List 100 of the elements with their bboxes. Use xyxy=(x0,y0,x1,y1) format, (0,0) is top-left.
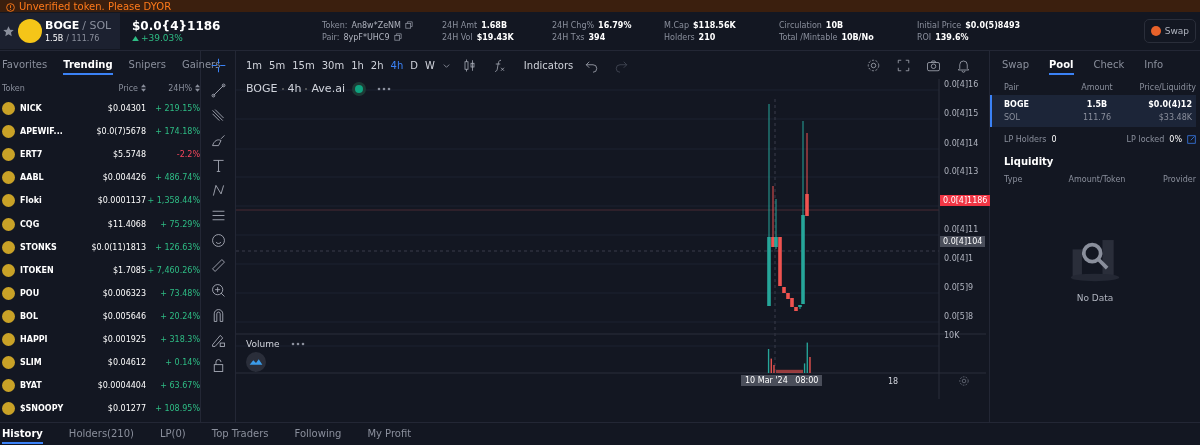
interval-button[interactable]: 30m xyxy=(321,59,345,71)
interval-button[interactable]: D xyxy=(410,59,418,71)
stat-label: Pair: xyxy=(322,32,340,42)
bottom-tab[interactable]: Top Traders xyxy=(211,424,269,444)
column-header: Amount xyxy=(1080,82,1114,92)
column-header: Provider xyxy=(1162,174,1196,184)
column-header[interactable]: Price xyxy=(118,83,138,93)
interval-button[interactable]: 5m xyxy=(269,59,286,71)
column-header: Amount/Token xyxy=(1067,174,1127,184)
panel-tab[interactable]: Check xyxy=(1093,55,1125,75)
fullscreen-icon[interactable] xyxy=(896,57,911,73)
emoji-icon[interactable] xyxy=(209,232,227,249)
price-axis-label: 0.0[5]9 xyxy=(944,283,974,292)
token-name[interactable]: APEWIF... xyxy=(20,127,63,137)
token-name[interactable]: BOL xyxy=(20,311,38,321)
stat-value: 10B xyxy=(825,20,844,30)
token-avatar xyxy=(2,102,15,116)
chart-source: Ave.ai xyxy=(311,82,345,95)
list-tab[interactable]: Favorites xyxy=(2,55,48,75)
stat-value: 210 xyxy=(698,32,716,42)
token-name[interactable]: AABL xyxy=(20,173,44,183)
interval-button[interactable]: W xyxy=(424,59,435,71)
token-name[interactable]: HAPPI xyxy=(20,335,48,344)
lp-locked-label: LP locked xyxy=(1126,135,1165,144)
external-link-icon[interactable] xyxy=(1187,135,1196,144)
price-axis-label: 0.0[4]15 xyxy=(944,109,979,118)
star-icon[interactable] xyxy=(2,24,15,38)
table-cell-text: 1.5B xyxy=(1085,100,1109,109)
stat-label: Total /Mintable xyxy=(779,32,838,42)
table-cell-text: SOL xyxy=(1004,113,1021,122)
price-change: + 219.15% xyxy=(154,104,200,114)
token-price: $0.005646 xyxy=(101,311,146,321)
interval-button[interactable]: 2h xyxy=(370,59,384,71)
price-change: + 75.29% xyxy=(159,219,200,229)
token-name[interactable]: CQG xyxy=(20,219,40,229)
crosshair-time-label: 10 Mar '24 08:00 xyxy=(741,375,823,386)
copy-icon[interactable] xyxy=(404,21,413,29)
column-header: Type xyxy=(1004,174,1024,184)
settings-icon[interactable] xyxy=(958,375,970,387)
panel-tab[interactable]: Swap xyxy=(1002,55,1029,75)
bottom-tab[interactable]: LP(0) xyxy=(160,424,186,444)
token-supply: 1.5B xyxy=(45,34,64,43)
token-name[interactable]: STONKS xyxy=(20,242,57,252)
token-name[interactable]: NICK xyxy=(20,104,42,114)
price-change: + 486.74% xyxy=(154,173,200,183)
token-name[interactable]: SLIM xyxy=(20,358,42,368)
settings-icon[interactable] xyxy=(866,57,881,73)
pool-liquidity: / 111.76 xyxy=(66,34,100,43)
token-name[interactable]: POU xyxy=(20,288,40,298)
brush-icon[interactable] xyxy=(209,132,227,149)
column-header[interactable]: Token xyxy=(2,83,86,93)
sort-icon[interactable] xyxy=(195,84,200,92)
stat-label: 24H Vol xyxy=(442,32,473,42)
bottom-tab[interactable]: Holders(210) xyxy=(68,424,134,444)
bottom-tab[interactable]: My Profit xyxy=(367,424,412,444)
fork-icon[interactable] xyxy=(209,107,227,124)
token-price: $0.0(11)1813 xyxy=(90,242,146,252)
more-icon[interactable] xyxy=(291,342,306,346)
column-header[interactable]: 24H% xyxy=(168,83,192,93)
swap-button[interactable]: Swap xyxy=(1143,19,1196,43)
ruler-icon[interactable] xyxy=(209,257,227,274)
bottom-tab[interactable]: Following xyxy=(294,424,342,444)
token-name[interactable]: $SNOOPY xyxy=(20,404,64,414)
token-name[interactable]: Floki xyxy=(20,196,42,206)
volume-label: Volume xyxy=(246,339,280,349)
stat-value: $118.56K xyxy=(693,20,736,30)
more-icon[interactable] xyxy=(376,86,391,91)
interval-button[interactable]: 4h xyxy=(390,59,404,71)
panel-tab[interactable]: Pool xyxy=(1049,55,1074,75)
token-name[interactable]: BYAT xyxy=(20,381,42,391)
token-avatar xyxy=(18,19,42,43)
token-name[interactable]: ERT7 xyxy=(20,150,43,160)
price-change: -2.2% xyxy=(175,150,200,160)
table-cell-text: BOGE xyxy=(1004,100,1030,109)
token-name[interactable]: ITOKEN xyxy=(20,265,54,275)
status-dot xyxy=(354,84,363,93)
bell-icon[interactable] xyxy=(956,57,971,73)
copy-icon[interactable] xyxy=(393,33,402,41)
token-avatar xyxy=(2,171,15,185)
interval-button[interactable]: 1m xyxy=(246,59,263,71)
stat-label: 24H Amt xyxy=(442,20,478,30)
pool-row[interactable]: BOGE 1.5B $0.0(4)12 SOL 111.76 $33.48K xyxy=(990,95,1196,127)
panel-tab[interactable]: Info xyxy=(1144,55,1164,75)
list-tab[interactable]: Snipers xyxy=(128,55,166,75)
sort-icon[interactable] xyxy=(141,84,146,92)
price-change: + 73.48% xyxy=(159,288,200,298)
camera-icon[interactable] xyxy=(926,57,941,73)
indicators-button[interactable]: Indicators xyxy=(523,59,574,71)
up-triangle-icon xyxy=(132,35,139,41)
bottom-tab[interactable]: History xyxy=(2,424,43,444)
zoom-in-icon[interactable] xyxy=(209,282,227,299)
interval-button[interactable]: 15m xyxy=(292,59,315,71)
token-avatar xyxy=(2,148,15,162)
interval-button[interactable]: 1h xyxy=(351,59,364,71)
candlestick-icon[interactable] xyxy=(461,57,477,73)
price-change: + 108.95% xyxy=(154,404,200,414)
list-tab[interactable]: Trending xyxy=(63,55,113,75)
list-tab[interactable]: Gainers xyxy=(181,55,221,75)
pencil-lock-icon[interactable] xyxy=(209,332,227,349)
trend-line-icon[interactable] xyxy=(209,82,227,99)
